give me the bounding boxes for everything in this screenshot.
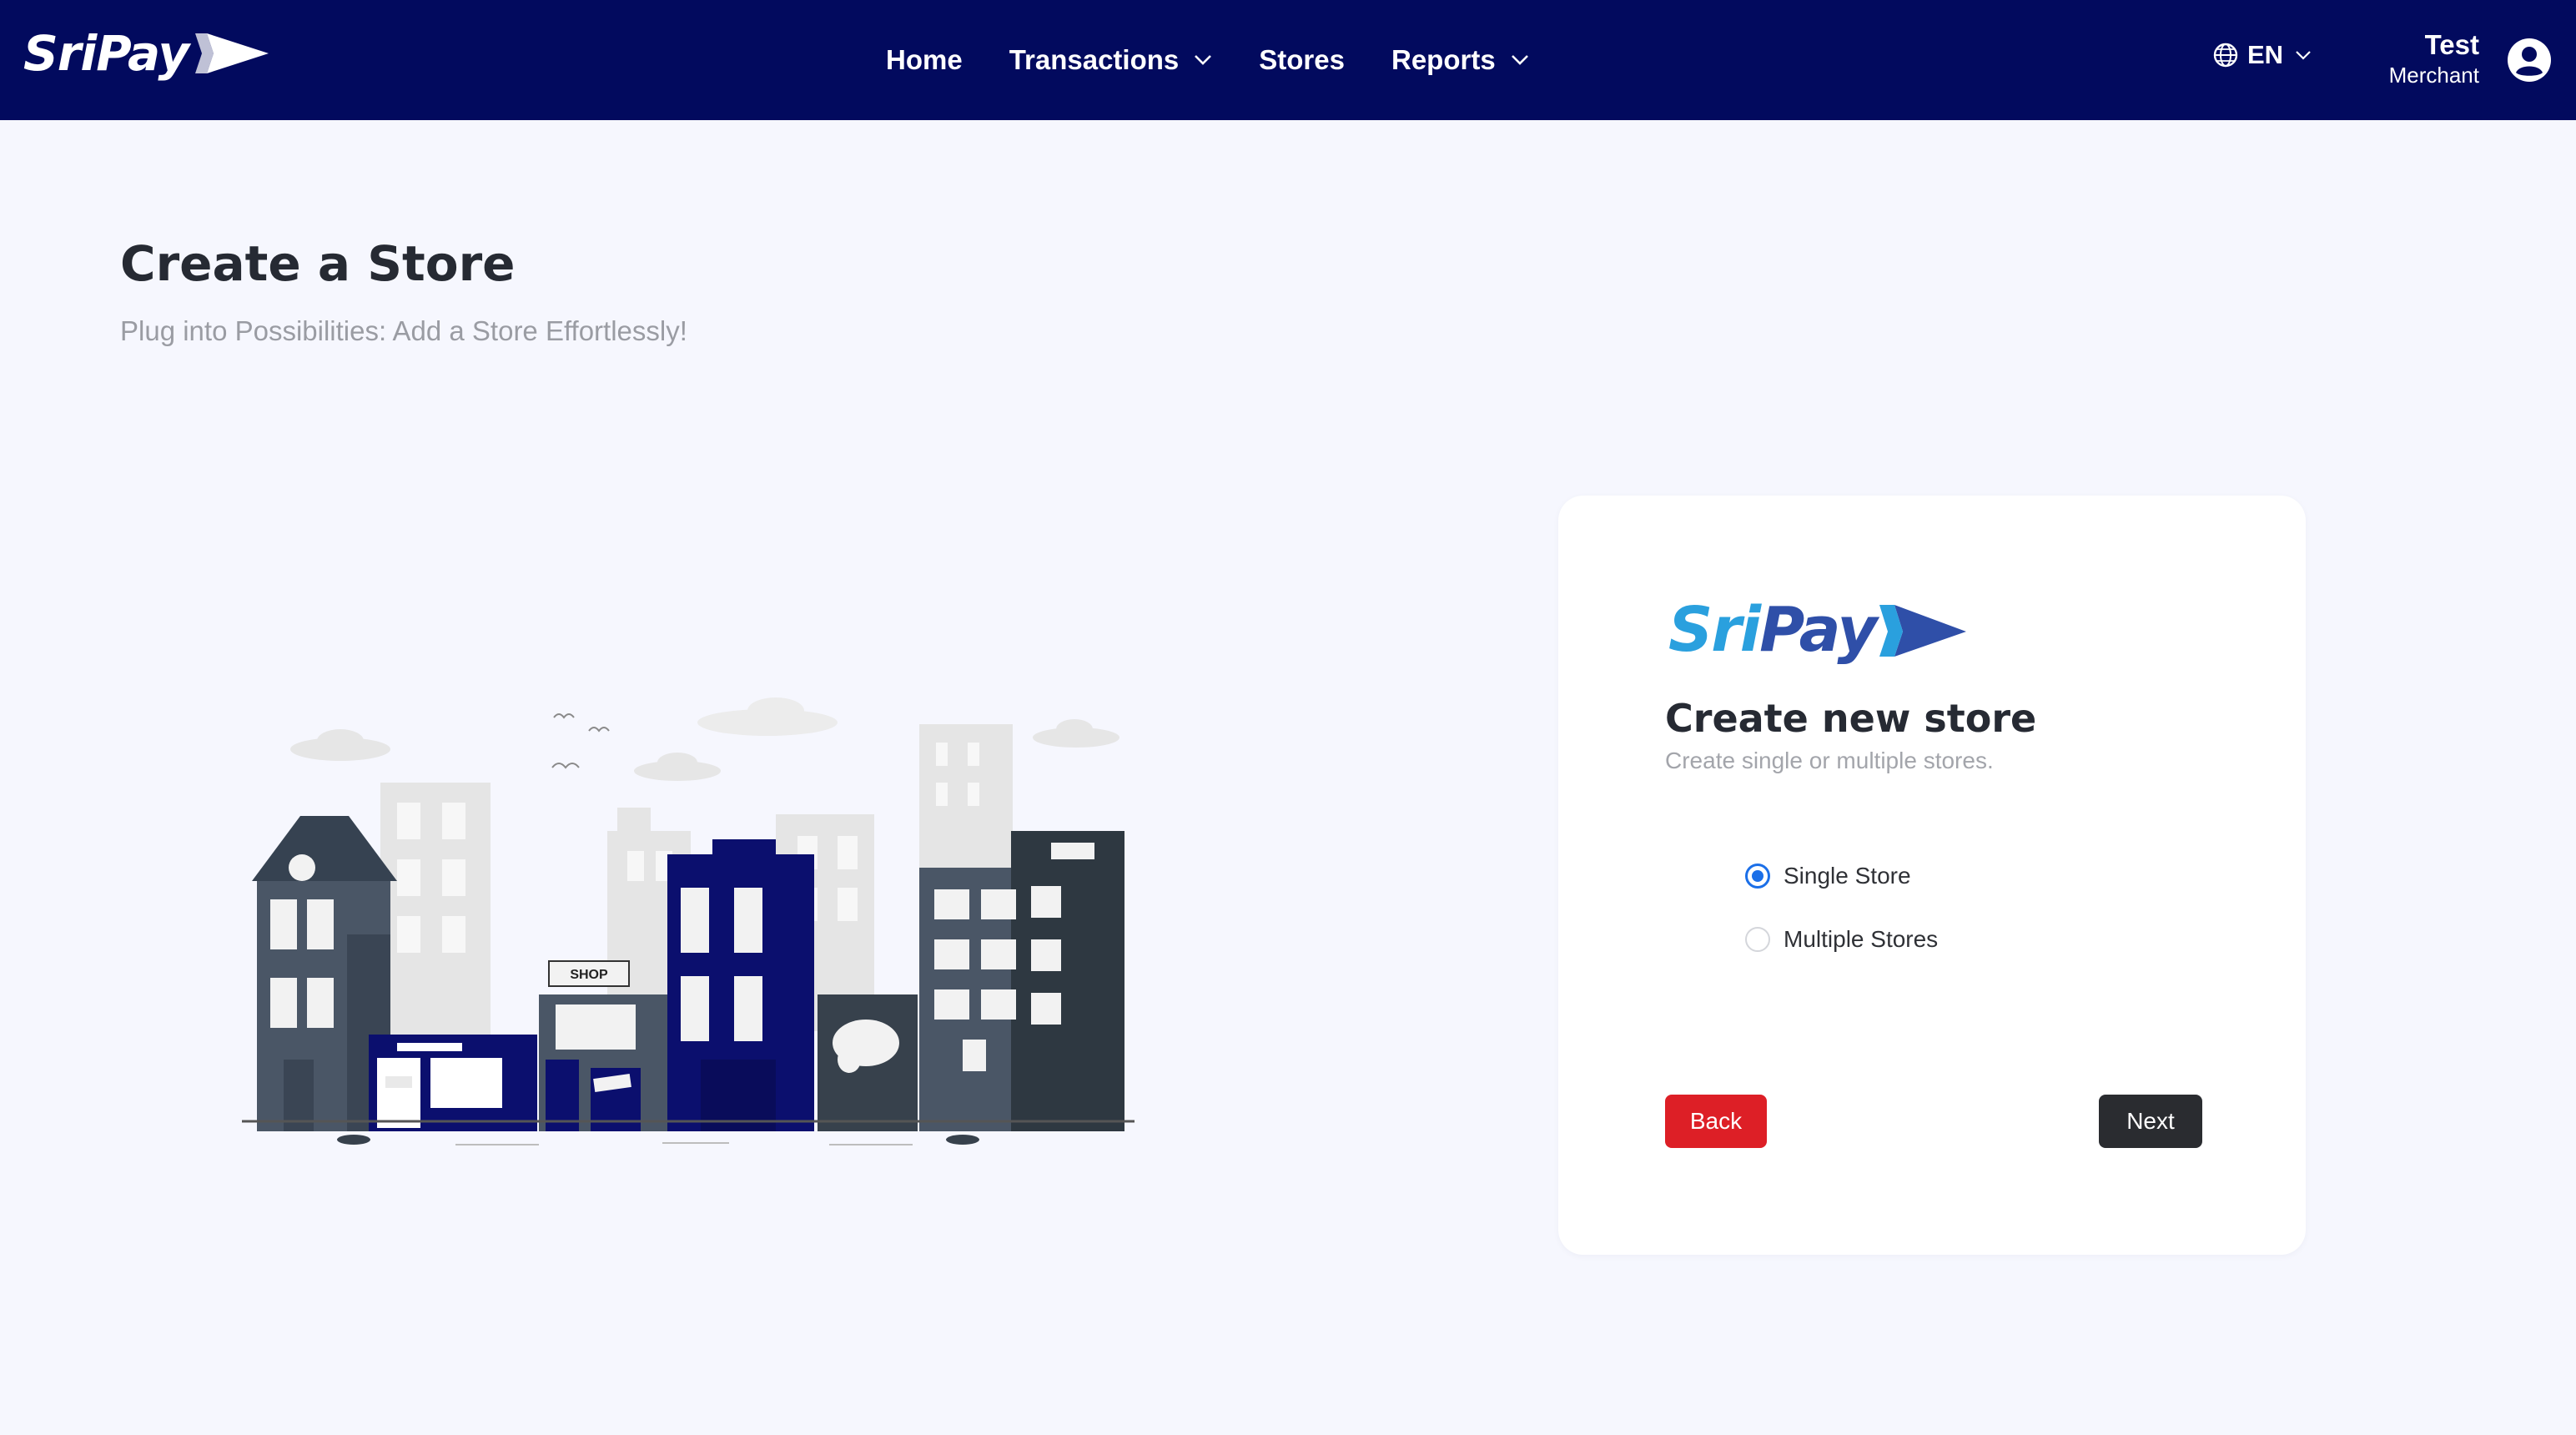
next-button[interactable]: Next (2099, 1095, 2202, 1148)
nav-transactions[interactable]: Transactions (1009, 44, 1213, 76)
chevron-down-icon (1195, 55, 1212, 65)
nav-stores[interactable]: Stores (1259, 44, 1345, 76)
brand-arrow-icon (195, 33, 269, 73)
multiple-stores-radio[interactable] (1745, 927, 1770, 952)
language-code: EN (2247, 40, 2284, 69)
card-logo-sri: Sri (1668, 594, 1761, 666)
user-avatar-icon[interactable] (2506, 37, 2553, 83)
brand-arrow-icon (1879, 605, 1966, 657)
card-logo: SriPay (1668, 594, 1970, 666)
globe-icon (2213, 43, 2238, 68)
shop-sign: SHOP (570, 968, 608, 982)
card-title: Create new store (1665, 696, 2037, 741)
language-selector[interactable]: EN (2212, 40, 2312, 70)
option-multiple-stores[interactable]: Multiple Stores (1745, 926, 1938, 953)
brand-logo[interactable]: SriPay (23, 25, 272, 82)
city-street-illustration: SHOP (242, 697, 1135, 1145)
option-single-store[interactable]: Single Store (1745, 863, 1911, 889)
chevron-down-icon (2296, 51, 2311, 60)
nav-home[interactable]: Home (886, 44, 963, 76)
main-nav: Home Transactions Stores Reports (886, 0, 1576, 120)
nav-transactions-label: Transactions (1009, 44, 1180, 75)
top-navbar: SriPay Home Transactions Stores Reports (0, 0, 2576, 120)
nav-reports-label: Reports (1391, 44, 1496, 75)
multiple-stores-label: Multiple Stores (1784, 926, 1939, 952)
brand-name: SriPay (23, 25, 189, 82)
back-button[interactable]: Back (1665, 1095, 1767, 1148)
card-logo-text: SriPay (1668, 594, 1878, 666)
nav-reports[interactable]: Reports (1391, 44, 1529, 76)
user-role: Merchant (2388, 63, 2479, 88)
nav-home-label: Home (886, 44, 963, 75)
page-subtitle: Plug into Possibilities: Add a Store Eff… (120, 315, 687, 346)
card-logo-pay: Pay (1759, 594, 1877, 666)
single-store-radio[interactable] (1745, 864, 1770, 889)
page-title: Create a Store (120, 235, 516, 292)
card-subtitle: Create single or multiple stores. (1665, 748, 1994, 773)
single-store-label: Single Store (1784, 863, 1911, 889)
user-info[interactable]: Test Merchant (2361, 28, 2479, 88)
create-store-card: SriPay Create new store Create single or… (1558, 496, 2306, 1255)
nav-stores-label: Stores (1259, 44, 1345, 75)
user-name: Test (2424, 29, 2479, 60)
chevron-down-icon (1511, 55, 1528, 65)
